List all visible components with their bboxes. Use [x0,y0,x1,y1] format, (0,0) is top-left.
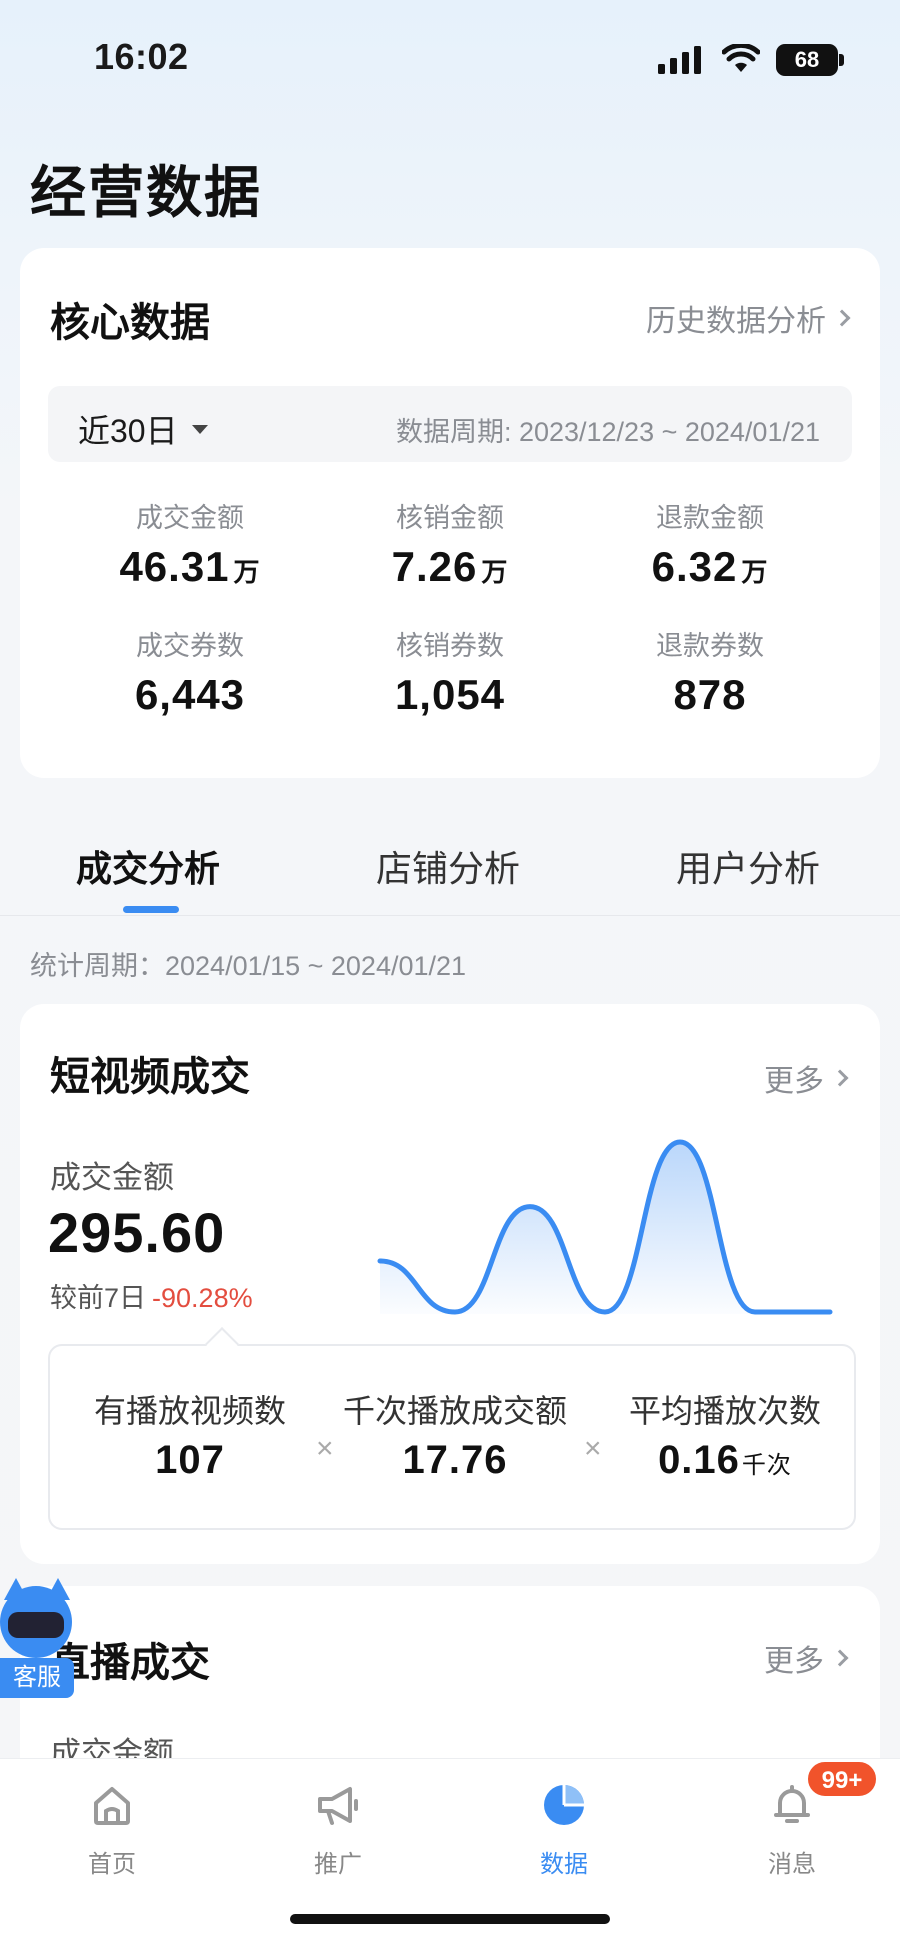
core-data-card: 核心数据 历史数据分析 近30日 数据周期: 2023/12/23 ~ 2024… [20,248,880,778]
nav-label: 首页 [88,1851,136,1878]
metric-redeem-amount[interactable]: 核销金额 7.26 万 [310,496,590,591]
metric-refund-coupons[interactable]: 退款券数 878 [570,624,850,719]
home-icon [94,1787,130,1825]
period-dropdown[interactable]: 近30日 [78,406,208,452]
history-analysis-label: 历史数据分析 [646,305,826,338]
wifi-icon [722,44,760,72]
cellular-signal-icon [658,46,701,74]
metric-value: 1,054 [394,671,506,718]
mascot-visor-icon [8,1612,64,1638]
battery-indicator: 68 [776,44,838,76]
formula-value: 107 [155,1438,225,1482]
amount-label: 成交金额 [50,1160,174,1195]
trend-line [377,1139,833,1315]
chevron-right-icon [831,1069,849,1087]
trend-area [380,1142,830,1314]
formula-label: 千次播放成交额 [342,1393,567,1429]
metric-redeem-coupons[interactable]: 核销券数 1,054 [310,624,590,719]
metric-deal-amount[interactable]: 成交金额 46.31 万 [50,496,330,591]
stat-period: 统计周期：2024/01/15 ~ 2024/01/21 [30,951,467,981]
more-label: 更多 [764,1645,824,1678]
times-icon: × [316,1432,334,1465]
compare-label: 较前7日 [50,1283,147,1313]
metric-value: 6.32 万 [651,543,769,590]
formula-value: 0.16千次 [658,1438,792,1482]
short-video-card: 短视频成交 更多 成交金额 295.60 较前7日 -90.28% 有播放视频数 … [20,1004,880,1564]
analysis-tabs: 成交分析 店铺分析 用户分析 [0,820,900,916]
nav-label: 数据 [540,1851,588,1878]
times-icon: × [584,1432,602,1465]
formula-item-videos: 有播放视频数 107 [80,1386,300,1483]
short-video-more-link[interactable]: 更多 [764,1056,849,1100]
megaphone-icon [318,1787,358,1825]
customer-service-button[interactable]: 客服 [0,1578,76,1702]
amount-value: 295.60 [48,1201,226,1264]
nav-label: 消息 [768,1851,816,1878]
core-data-title: 核心数据 [50,301,210,345]
period-select-label: 近30日 [78,413,178,449]
metric-deal-coupons[interactable]: 成交券数 6,443 [50,624,330,719]
metric-label: 成交券数 [136,631,244,661]
caret-down-icon [191,424,208,434]
compare-value: -90.28% [152,1283,253,1313]
chevron-right-icon [833,309,851,327]
formula-item-gmv-per-thousand: 千次播放成交额 17.76 [340,1386,570,1483]
home-indicator [290,1914,610,1924]
nav-home[interactable]: 首页 [52,1781,172,1879]
formula-box: 有播放视频数 107 × 千次播放成交额 17.76 × 平均播放次数 0.16… [48,1327,856,1530]
page-title: 经营数据 [30,161,262,224]
customer-service-label: 客服 [0,1658,74,1698]
metric-refund-amount[interactable]: 退款金额 6.32 万 [570,496,850,591]
period-bar: 近30日 数据周期: 2023/12/23 ~ 2024/01/21 [48,386,852,462]
history-analysis-link[interactable]: 历史数据分析 [646,296,851,340]
pie-chart-icon [544,1785,584,1825]
message-count-badge: 99+ [806,1760,878,1798]
metric-label: 成交金额 [136,503,244,533]
nav-label: 推广 [314,1851,362,1878]
nav-promote[interactable]: 推广 [278,1781,398,1879]
compare-row: 较前7日 -90.28% [50,1276,253,1315]
more-label: 更多 [764,1065,824,1098]
tab-store-analysis[interactable]: 店铺分析 [376,840,520,892]
metric-value: 6,443 [134,671,246,718]
metric-label: 退款金额 [656,503,764,533]
chevron-right-icon [831,1649,849,1667]
data-period-range: 数据周期: 2023/12/23 ~ 2024/01/21 [395,417,820,447]
short-video-title: 短视频成交 [50,1055,250,1099]
metric-value: 46.31 万 [119,543,261,590]
status-time: 16:02 [94,36,189,77]
live-stream-more-link[interactable]: 更多 [764,1636,849,1680]
active-tab-indicator [123,906,179,913]
formula-label: 平均播放次数 [628,1393,821,1429]
metric-value: 7.26 万 [391,543,509,590]
nav-data[interactable]: 数据 [504,1781,624,1879]
formula-notch [205,1327,239,1361]
formula-item-avg-plays: 平均播放次数 0.16千次 [610,1386,840,1483]
battery-tip [839,54,844,66]
metric-label: 退款券数 [656,631,764,661]
formula-label: 有播放视频数 [93,1393,286,1429]
trend-sparkline [377,1139,833,1315]
status-bar: 16:02 68 [0,0,900,110]
formula-value: 17.76 [402,1438,508,1482]
metric-value: 878 [673,671,747,718]
metric-label: 核销券数 [396,631,504,661]
tab-user-analysis[interactable]: 用户分析 [676,840,820,892]
metric-label: 核销金额 [396,503,504,533]
tab-deal-analysis[interactable]: 成交分析 [76,840,220,892]
